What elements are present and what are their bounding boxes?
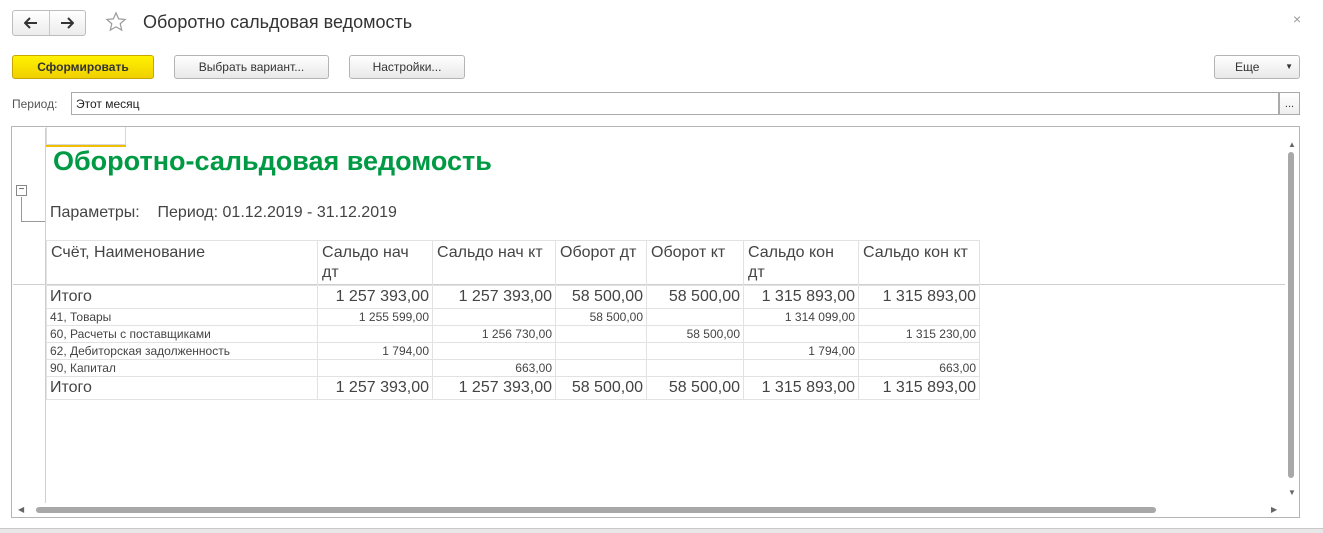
column-header: Сальдо кон дт [743,240,859,286]
chevron-down-icon: ▼ [1285,62,1293,71]
choose-variant-button[interactable]: Выбрать вариант... [174,55,329,79]
table-cell [743,325,859,343]
close-icon[interactable]: × [1293,11,1301,27]
table-row[interactable]: 62, Дебиторская задолженность 1 794,00 1… [46,342,980,360]
table-cell: 1 794,00 [317,342,433,360]
table-header-row: Счёт, Наименование Сальдо нач дт Сальдо … [46,240,980,286]
vertical-scroll-thumb[interactable] [1288,152,1294,478]
settings-button[interactable]: Настройки... [349,55,465,79]
horizontal-scrollbar[interactable]: ◀ ▶ [14,503,1282,516]
table-cell: 1 255 599,00 [317,308,433,326]
horizontal-scroll-thumb[interactable] [36,507,1156,513]
table-cell: 41, Товары [46,308,318,326]
table-row[interactable]: 90, Капитал 663,00 663,00 [46,359,980,377]
column-header: Оборот кт [646,240,744,286]
table-cell: 1 315 230,00 [858,325,980,343]
table-cell: 1 257 393,00 [317,376,433,400]
report-table: Счёт, Наименование Сальдо нач дт Сальдо … [46,240,980,400]
table-cell [555,342,647,360]
table-cell: 1 257 393,00 [317,285,433,309]
table-cell: 90, Капитал [46,359,318,377]
period-choose-button[interactable]: ... [1279,92,1300,115]
arrow-left-icon [23,17,37,29]
table-cell: 1 315 893,00 [858,376,980,400]
table-cell: 58 500,00 [646,376,744,400]
report-title: Оборотно-сальдовая ведомость [53,146,492,176]
star-icon[interactable] [105,11,127,33]
report-parameters: Параметры: Период: 01.12.2019 - 31.12.20… [50,204,397,222]
table-cell: 663,00 [432,359,556,377]
table-cell [555,359,647,377]
table-cell [646,308,744,326]
table-cell: 58 500,00 [555,376,647,400]
total-row-bottom: Итого 1 257 393,00 1 257 393,00 58 500,0… [46,376,980,400]
table-cell: 1 257 393,00 [432,285,556,309]
scroll-up-icon[interactable]: ▲ [1288,140,1296,149]
table-row[interactable]: 41, Товары 1 255 599,00 58 500,00 1 314 … [46,308,980,326]
column-header: Оборот дт [555,240,647,286]
window-title: Оборотно сальдовая ведомость [143,12,413,32]
history-navigation [12,10,86,36]
table-cell: 1 794,00 [743,342,859,360]
table-cell [317,359,433,377]
table-cell: 663,00 [858,359,980,377]
column-header: Сальдо нач дт [317,240,433,286]
table-cell: 58 500,00 [555,308,647,326]
report-cell-marker [46,127,126,145]
table-cell [743,359,859,377]
parameters-label: Параметры: [50,204,140,221]
more-label: Еще [1235,60,1260,74]
table-cell: 1 256 730,00 [432,325,556,343]
table-cell: 1 315 893,00 [743,376,859,400]
scroll-right-icon[interactable]: ▶ [1271,505,1277,514]
forward-button[interactable] [48,11,86,35]
total-row-top: Итого 1 257 393,00 1 257 393,00 58 500,0… [46,285,980,309]
more-button[interactable]: Еще ▼ [1214,55,1300,79]
arrow-right-icon [61,17,75,29]
period-field[interactable]: Этот месяц [71,92,1279,115]
table-cell: 60, Расчеты с поставщиками [46,325,318,343]
scroll-left-icon[interactable]: ◀ [18,505,24,514]
table-cell [555,325,647,343]
table-row[interactable]: 60, Расчеты с поставщиками 1 256 730,00 … [46,325,980,343]
table-cell: 58 500,00 [555,285,647,309]
table-cell [646,342,744,360]
table-cell: Итого [46,285,318,309]
table-cell [858,308,980,326]
group-bracket-vertical [21,197,22,221]
table-cell [317,325,433,343]
generate-button[interactable]: Сформировать [12,55,154,79]
table-cell [432,308,556,326]
table-cell: Итого [46,376,318,400]
group-bracket-horizontal [21,221,45,222]
table-cell: 58 500,00 [646,285,744,309]
scroll-down-icon[interactable]: ▼ [1288,488,1296,497]
column-header: Счёт, Наименование [46,240,318,286]
table-cell [858,342,980,360]
table-cell [646,359,744,377]
collapse-group-icon[interactable]: − [16,185,27,196]
back-button[interactable] [13,11,49,35]
vertical-scrollbar[interactable]: ▲ ▼ [1286,140,1297,502]
table-cell: 58 500,00 [646,325,744,343]
column-header: Сальдо нач кт [432,240,556,286]
window-bottom-border [0,528,1323,533]
table-cell [432,342,556,360]
table-cell: 1 315 893,00 [743,285,859,309]
table-cell: 62, Дебиторская задолженность [46,342,318,360]
column-header: Сальдо кон кт [858,240,980,286]
period-label: Период: [12,97,58,111]
table-cell: 1 315 893,00 [858,285,980,309]
table-cell: 1 257 393,00 [432,376,556,400]
parameters-value: Период: 01.12.2019 - 31.12.2019 [157,204,397,221]
table-cell: 1 314 099,00 [743,308,859,326]
